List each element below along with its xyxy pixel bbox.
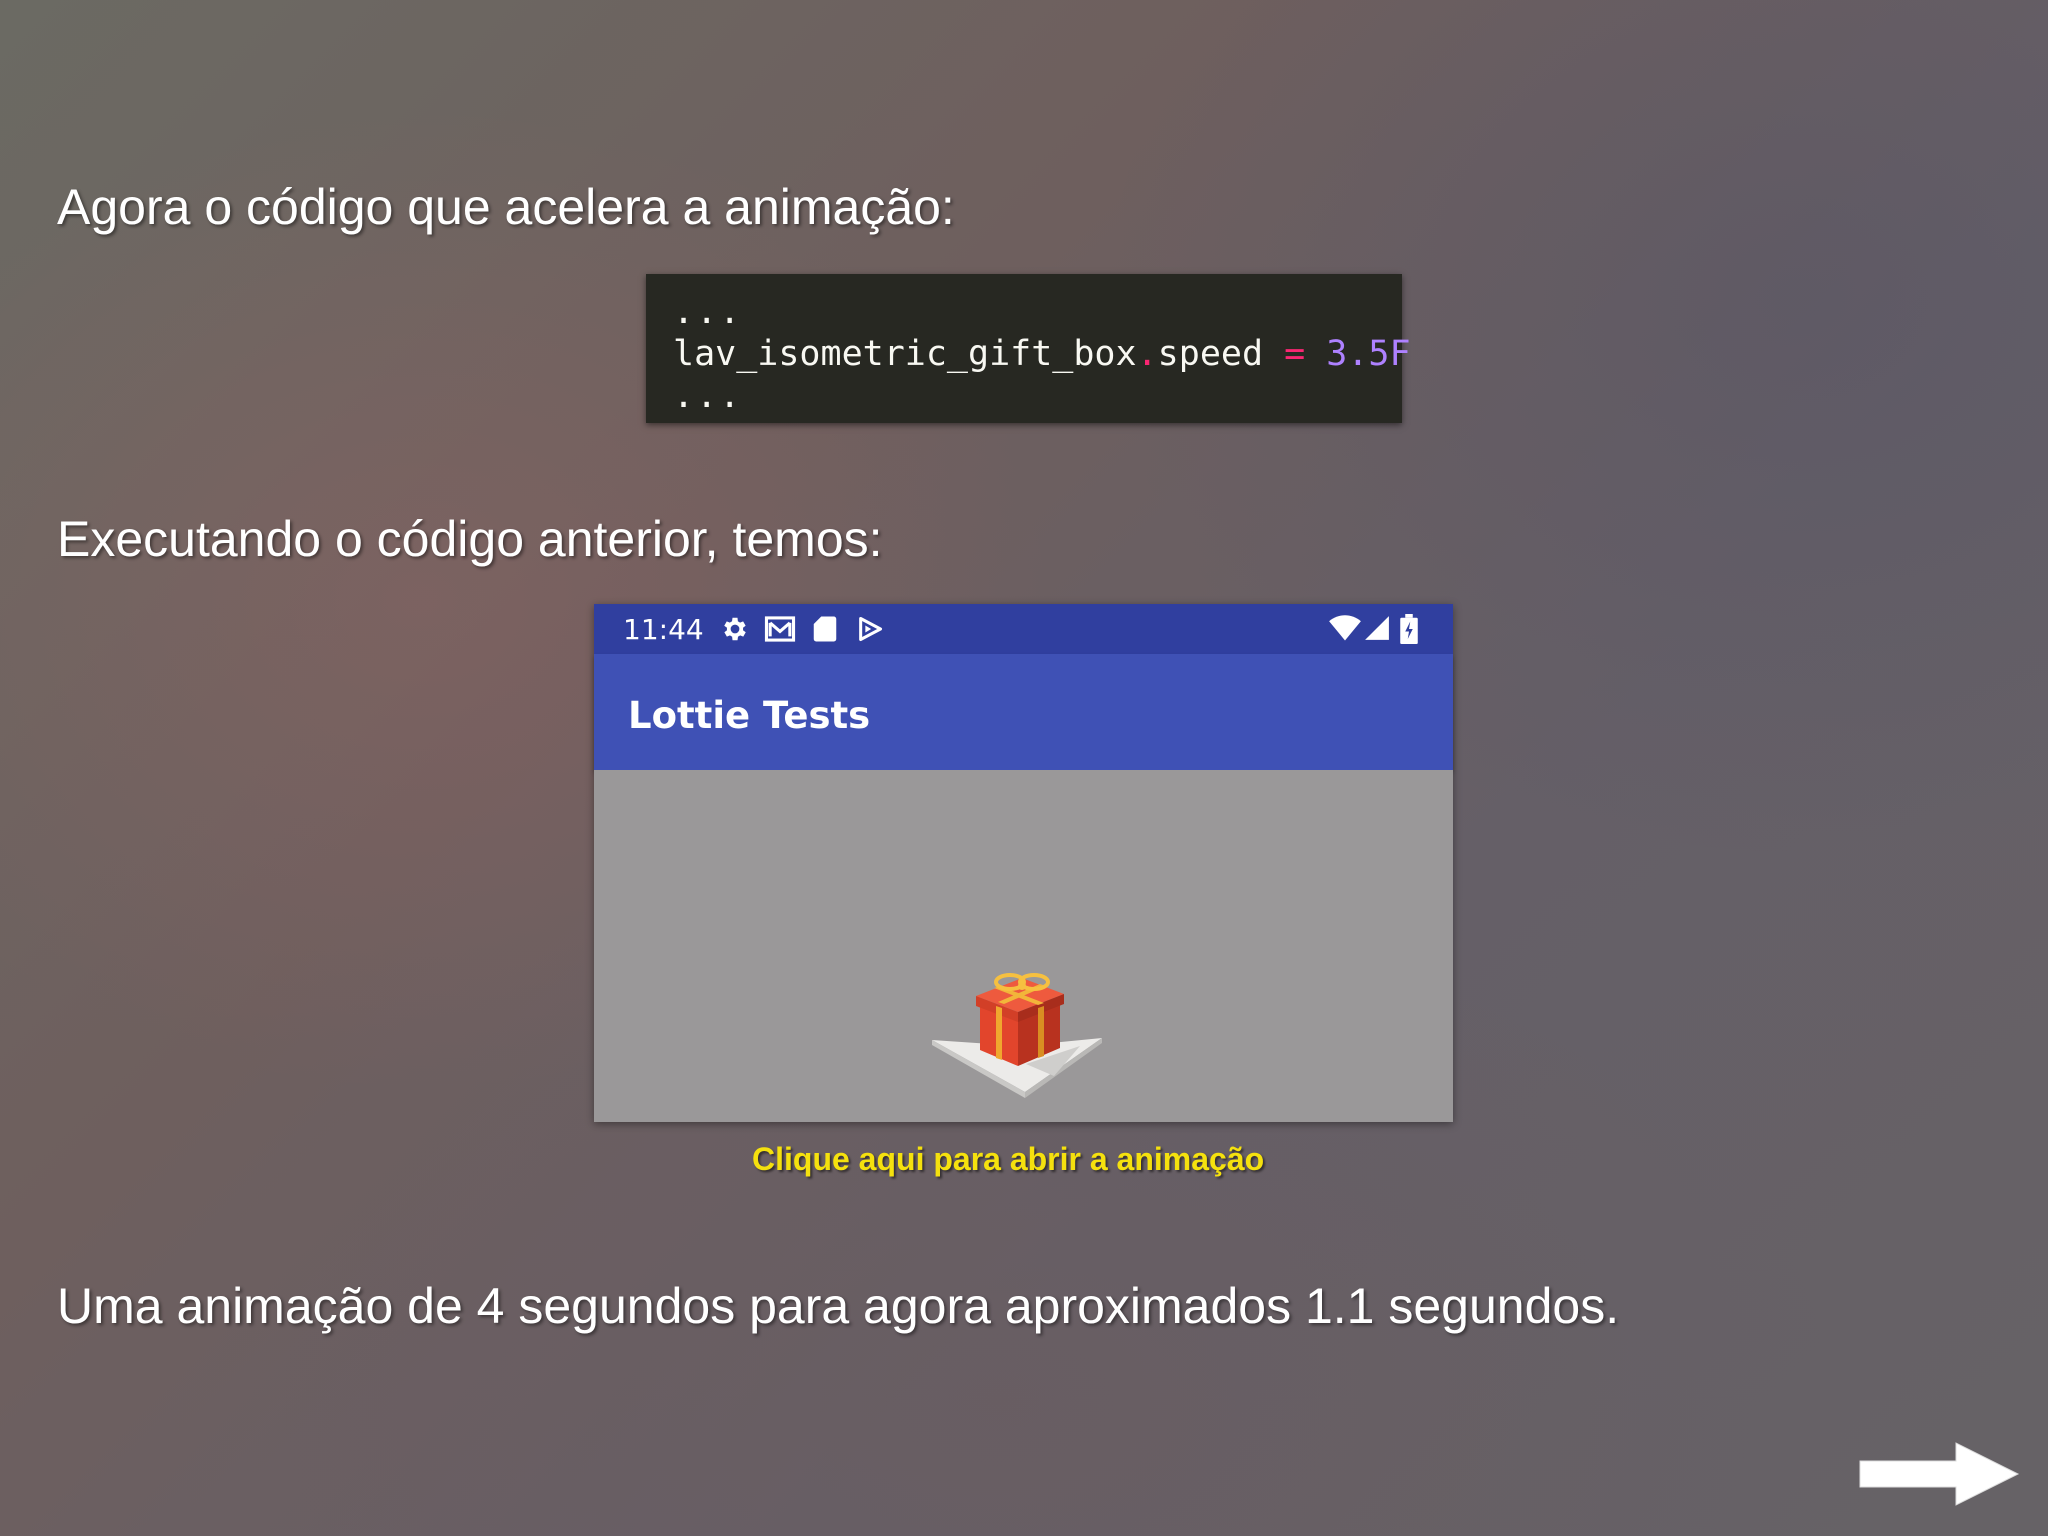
code-dot: . (1136, 334, 1158, 374)
code-line: lav_isometric_gift_box.speed = 3.5F (673, 333, 1411, 376)
code-ellipsis-bottom: ... (673, 376, 743, 416)
code-property: speed (1157, 334, 1264, 374)
code-operator: = (1284, 334, 1306, 374)
phone-screenshot: 11:44 Lottie Tests (594, 604, 1453, 1122)
play-store-icon (859, 616, 883, 642)
gift-box-icon (932, 973, 1102, 1098)
open-animation-link[interactable]: Clique aqui para abrir a animação (752, 1141, 1264, 1178)
heading-code: Agora o código que acelera a animação: (57, 179, 955, 235)
app-title: Lottie Tests (628, 694, 871, 737)
sd-card-icon (813, 616, 837, 642)
animation-view[interactable] (594, 770, 1453, 1122)
wifi-icon (1329, 615, 1361, 641)
cell-signal-icon (1365, 616, 1389, 640)
arrow-right-icon[interactable] (1858, 1441, 2020, 1507)
code-ellipsis-top: ... (673, 292, 743, 332)
code-value: 3.5F (1326, 334, 1411, 374)
settings-icon (724, 617, 746, 641)
status-bar: 11:44 (594, 604, 1453, 654)
heading-result: Executando o código anterior, temos: (57, 511, 883, 567)
code-block: ... lav_isometric_gift_box.speed = 3.5F..… (646, 274, 1411, 423)
app-bar: Lottie Tests (594, 654, 1453, 770)
summary-text: Uma animação de 4 segundos para agora ap… (57, 1278, 1620, 1334)
battery-charging-icon (1400, 614, 1418, 644)
status-time: 11:44 (623, 613, 704, 646)
gmail-icon (764, 616, 796, 642)
code-object: lav_isometric_gift_box (673, 334, 1137, 374)
